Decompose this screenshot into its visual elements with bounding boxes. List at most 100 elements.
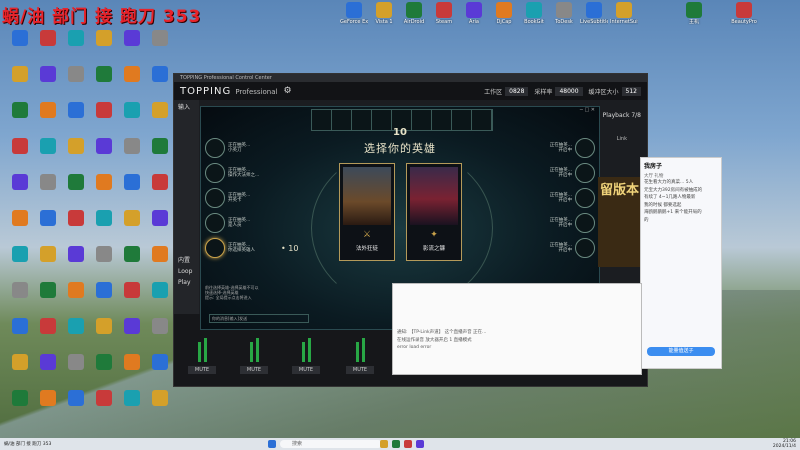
desktop-shortcut-icon[interactable]: [34, 102, 62, 136]
desktop-shortcut-icon[interactable]: [118, 66, 146, 100]
desktop-shortcut-icon[interactable]: [90, 390, 118, 424]
desktop-shortcut-icon[interactable]: 主机: [680, 2, 708, 36]
desktop-shortcut-icon[interactable]: [146, 210, 174, 244]
desktop-shortcut-icon[interactable]: [34, 282, 62, 316]
desktop-shortcut-icon[interactable]: AirDroid: [400, 2, 428, 36]
desktop-shortcut-icon[interactable]: [118, 210, 146, 244]
desktop-shortcut-icon[interactable]: [6, 210, 34, 244]
desktop-shortcut-icon[interactable]: [62, 138, 90, 172]
desktop-shortcut-icon[interactable]: InternetSuite: [610, 2, 638, 36]
desktop-shortcut-icon[interactable]: LiveSubtitle: [580, 2, 608, 36]
desktop-shortcut-icon[interactable]: BeautyPro: [730, 2, 758, 36]
desktop-shortcut-icon[interactable]: [62, 246, 90, 280]
desktop-shortcut-icon[interactable]: [62, 282, 90, 316]
desktop-shortcut-icon[interactable]: [118, 246, 146, 280]
desktop-shortcut-icon[interactable]: [34, 174, 62, 208]
desktop-shortcut-icon[interactable]: [146, 282, 174, 316]
desktop-shortcut-icon[interactable]: [90, 138, 118, 172]
desktop-shortcut-icon[interactable]: [34, 138, 62, 172]
desktop-shortcut-icon[interactable]: [34, 246, 62, 280]
desktop-shortcut-icon[interactable]: [6, 318, 34, 352]
desktop-shortcut-icon[interactable]: [118, 102, 146, 136]
stream-helper-window[interactable]: 通知: 【TP-Link声道】 这个直播声音 正在... 在线运作录音 放大器开…: [392, 283, 642, 375]
desktop-shortcut-icon[interactable]: [62, 354, 90, 388]
desktop-shortcut-icon[interactable]: [146, 138, 174, 172]
taskbar-app[interactable]: 蜗/油 部门 接 跑刀 353: [4, 441, 51, 447]
ad-thumbnail[interactable]: 留版本: [598, 177, 642, 267]
app-icon[interactable]: [416, 440, 424, 448]
desktop-shortcut-icon[interactable]: [146, 318, 174, 352]
desktop-shortcut-icon[interactable]: [34, 354, 62, 388]
desktop-shortcut-icon[interactable]: [118, 30, 146, 64]
desktop-shortcut-icon[interactable]: [90, 318, 118, 352]
desktop-shortcut-icon[interactable]: [118, 282, 146, 316]
desktop-shortcut-icon[interactable]: [118, 318, 146, 352]
desktop-shortcut-icon[interactable]: [6, 138, 34, 172]
desktop-shortcut-icon[interactable]: [90, 174, 118, 208]
desktop-shortcut-icon[interactable]: [90, 102, 118, 136]
app-icon[interactable]: [392, 440, 400, 448]
desktop-shortcut-icon[interactable]: [62, 174, 90, 208]
desktop-shortcut-icon[interactable]: [6, 246, 34, 280]
desktop-shortcut-icon[interactable]: [6, 30, 34, 64]
taskbar-search[interactable]: 搜索: [280, 440, 382, 448]
desktop-shortcut-icon[interactable]: Aria: [460, 2, 488, 36]
taskbar-clock[interactable]: 21:06 2024/11/4: [773, 439, 796, 449]
champion-card-1[interactable]: ⚔ 法外狂徒: [339, 163, 395, 261]
desktop-shortcut-icon[interactable]: [146, 174, 174, 208]
desktop-shortcut-icon[interactable]: [90, 66, 118, 100]
desktop-shortcut-icon[interactable]: [6, 66, 34, 100]
desktop-shortcut-icon[interactable]: [90, 246, 118, 280]
window-controls[interactable]: ─ □ ✕: [580, 107, 595, 113]
mute-button[interactable]: MUTE: [292, 366, 320, 374]
desktop-shortcut-icon[interactable]: [6, 102, 34, 136]
start-icon[interactable]: [268, 440, 276, 448]
gift-button[interactable]: 能量值送子: [647, 347, 715, 356]
desktop-shortcut-icon[interactable]: [62, 30, 90, 64]
workspace-field[interactable]: 工作区 0828: [484, 86, 529, 96]
desktop-shortcut-icon[interactable]: [34, 66, 62, 100]
desktop-shortcut-icon[interactable]: [118, 174, 146, 208]
desktop-shortcut-icon[interactable]: ToDesk: [550, 2, 578, 36]
desktop-shortcut-icon[interactable]: DjCap: [490, 2, 518, 36]
desktop-shortcut-icon[interactable]: Steam: [430, 2, 458, 36]
desktop-shortcut-icon[interactable]: [6, 174, 34, 208]
desktop-shortcut-icon[interactable]: [146, 354, 174, 388]
desktop-shortcut-icon[interactable]: [6, 354, 34, 388]
desktop-shortcut-icon[interactable]: [90, 210, 118, 244]
desktop-shortcut-icon[interactable]: [34, 318, 62, 352]
desktop-shortcut-icon[interactable]: [118, 354, 146, 388]
desktop-shortcut-icon[interactable]: [62, 210, 90, 244]
desktop-shortcut-icon[interactable]: [118, 138, 146, 172]
desktop-shortcut-icon[interactable]: [62, 66, 90, 100]
mute-button[interactable]: MUTE: [240, 366, 268, 374]
mute-button[interactable]: MUTE: [346, 366, 374, 374]
chat-input[interactable]: 你的消息[输入]发送: [209, 314, 309, 323]
samplerate-field[interactable]: 采样率 48000: [534, 86, 583, 96]
live-chat-panel[interactable]: 我房子 大厅 礼物 花生看大力的真菜... 5人 元宝大力392房间有被抽成的 有续…: [640, 157, 722, 369]
desktop-shortcut-icon[interactable]: Vista 1: [370, 2, 398, 36]
champion-card-2[interactable]: ✦ 影流之镰: [406, 163, 462, 261]
desktop-shortcut-icon[interactable]: [146, 102, 174, 136]
desktop-shortcut-icon[interactable]: [146, 246, 174, 280]
desktop-shortcut-icon[interactable]: [146, 390, 174, 424]
desktop-shortcut-icon[interactable]: [34, 390, 62, 424]
desktop-shortcut-icon[interactable]: [62, 318, 90, 352]
desktop-shortcut-icon[interactable]: [90, 354, 118, 388]
desktop-shortcut-icon[interactable]: [34, 30, 62, 64]
explorer-icon[interactable]: [380, 440, 388, 448]
mute-button[interactable]: MUTE: [188, 366, 216, 374]
desktop-shortcut-icon[interactable]: [62, 390, 90, 424]
desktop-shortcut-icon[interactable]: GeForce Experience: [340, 2, 368, 36]
desktop-shortcut-icon[interactable]: [90, 30, 118, 64]
desktop-shortcut-icon[interactable]: [6, 390, 34, 424]
desktop-shortcut-icon[interactable]: [118, 390, 146, 424]
desktop-shortcut-icon[interactable]: [146, 66, 174, 100]
desktop-shortcut-icon[interactable]: [62, 102, 90, 136]
desktop-shortcut-icon[interactable]: [6, 282, 34, 316]
desktop-shortcut-icon[interactable]: [34, 210, 62, 244]
desktop-shortcut-icon[interactable]: [146, 30, 174, 64]
desktop-shortcut-icon[interactable]: BookGit: [520, 2, 548, 36]
app-icon[interactable]: [404, 440, 412, 448]
buffer-field[interactable]: 缓冲区大小 512: [589, 86, 641, 96]
